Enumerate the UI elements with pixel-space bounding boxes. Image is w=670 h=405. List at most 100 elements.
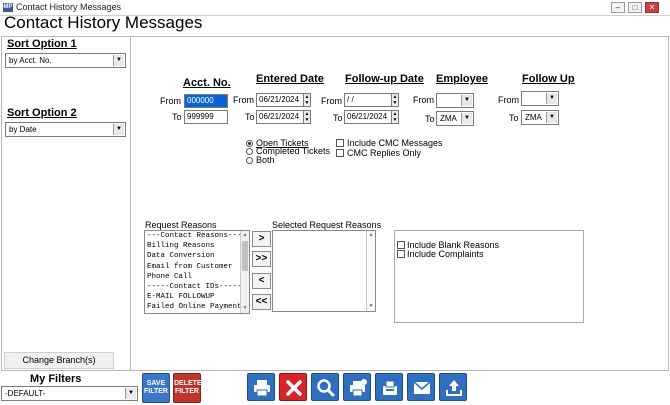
followup-to-label: To [509,113,519,123]
my-filters-select[interactable]: -DEFAULT- ▼ [1,386,138,401]
include-complaints-checkbox[interactable] [397,250,405,258]
sort-option-1-value: by Acct. No. [9,56,52,65]
preview-button[interactable] [311,373,339,401]
both-tickets-label[interactable]: Both [256,155,275,165]
acct-from-input[interactable]: 000000 [184,94,228,108]
followup-date-from-input[interactable]: / / [344,93,392,107]
followup-date-to-input[interactable]: 06/21/2024 [344,110,392,124]
followup-to-select[interactable]: ZMA ▼ [521,110,559,125]
followup-from-select[interactable]: ▼ [521,91,559,106]
list-item[interactable]: ---Contact Reasons--- [145,231,249,241]
delete-filter-button[interactable]: DELETE FILTER [173,373,202,403]
acct-no-header: Acct. No. [183,77,231,89]
scroll-down-icon[interactable]: ▼ [241,304,249,313]
include-complaints-label: Include Complaints [407,249,484,259]
scroll-down-icon[interactable]: ▼ [367,302,375,311]
list-item[interactable]: -----Contact IDs----- [145,282,249,292]
entered-to-input[interactable]: 06/21/2024 [256,110,304,124]
add-reason-button[interactable]: > [252,231,271,247]
followup-date-from-label: From [321,96,342,106]
remove-reason-button[interactable]: < [252,273,271,289]
email-button[interactable] [407,373,435,401]
employee-to-select[interactable]: ZMA ▼ [436,111,474,126]
export-button[interactable] [439,373,467,401]
employee-header: Employee [436,73,488,85]
add-all-reasons-button[interactable]: >> [252,251,271,267]
cmc-replies-checkbox[interactable] [336,149,344,157]
change-branch-button[interactable]: Change Branch(s) [4,352,114,369]
save-filter-button[interactable]: SAVE FILTER [142,373,170,403]
followup-date-from-spinner[interactable]: ▲ ▼ [391,93,399,107]
minimize-button[interactable]: – [611,2,625,13]
printer-icon [254,380,270,397]
fax-button[interactable] [375,373,403,401]
my-filters-label: My Filters [30,373,82,385]
selected-reasons-scrollbar[interactable]: ▲ ▼ [366,231,375,311]
window-title: Contact History Messages [16,2,122,12]
list-item[interactable]: Failed Online Payment [145,302,249,312]
chevron-down-icon: ▼ [113,55,124,66]
followup-to-value: ZMA [525,113,542,122]
scroll-up-icon[interactable]: ▲ [241,231,249,240]
list-item[interactable]: Data Conversion [145,251,249,261]
include-blank-checkbox[interactable] [397,241,405,249]
my-filters-value: -DEFAULT- [5,389,46,398]
entered-date-header: Entered Date [256,73,324,85]
include-cmc-checkbox[interactable] [336,139,344,147]
acct-from-label: From [160,96,181,106]
employee-from-select[interactable]: ▼ [436,93,474,108]
chevron-down-icon: ▼ [461,113,472,124]
entered-to-spinner[interactable]: ▲ ▼ [303,110,311,124]
followup-from-label: From [498,95,519,105]
chevron-down-icon: ▼ [461,95,472,106]
reasons-scrollbar[interactable]: ▲ ▼ [240,231,249,313]
sort-option-1-select[interactable]: by Acct. No. ▼ [5,53,126,68]
open-tickets-radio[interactable] [246,140,253,147]
both-tickets-radio[interactable] [246,157,253,164]
fax-icon [383,380,397,395]
chevron-down-icon: ▼ [546,93,557,104]
entered-from-input[interactable]: 06/21/2024 [256,93,304,107]
close-icon [286,380,302,396]
list-item[interactable]: Phone Call [145,272,249,282]
printer-question-icon [350,379,367,397]
close-window-button[interactable]: ✕ [645,2,659,13]
list-item[interactable]: Billing Reasons [145,241,249,251]
follow-up-header: Follow Up [522,73,575,85]
envelope-icon [413,381,431,394]
employee-to-value: ZMA [440,114,457,123]
entered-from-spinner[interactable]: ▲ ▼ [303,93,311,107]
print-button[interactable] [247,373,275,401]
list-item[interactable]: E-MAIL FOLLOWUP [145,292,249,302]
print-setup-button[interactable] [343,373,371,401]
remove-all-reasons-button[interactable]: << [252,294,271,310]
scrollbar-thumb[interactable] [242,241,248,271]
employee-to-label: To [425,114,435,124]
selected-reasons-label: Selected Request Reasons [272,220,382,230]
entered-from-label: From [233,95,254,105]
sort-option-1-label: Sort Option 1 [7,38,77,50]
maximize-button[interactable]: □ [628,2,642,13]
sort-option-2-select[interactable]: by Date ▼ [5,122,126,137]
chevron-down-icon: ▼ [546,112,557,123]
request-reasons-label: Request Reasons [145,220,217,230]
employee-from-label: From [413,95,434,105]
chevron-down-icon: ▼ [125,388,136,399]
completed-tickets-radio[interactable] [246,148,253,155]
entered-to-label: To [245,112,255,122]
cmc-replies-label: CMC Replies Only [347,148,422,158]
acct-to-label: To [172,112,182,122]
cancel-button[interactable] [279,373,307,401]
sort-option-2-label: Sort Option 2 [7,107,77,119]
followup-date-to-label: To [333,113,343,123]
chevron-down-icon: ▼ [113,124,124,135]
list-item[interactable]: Email from Customer [145,262,249,272]
follow-up-date-header: Follow-up Date [345,73,424,85]
scroll-up-icon[interactable]: ▲ [367,231,375,240]
page-title: Contact History Messages [4,13,203,32]
request-reasons-list[interactable]: ---Contact Reasons--- Billing Reasons Da… [144,230,250,314]
selected-reasons-list[interactable]: ▲ ▼ [272,230,376,312]
search-icon [317,379,335,397]
acct-to-input[interactable]: 999999 [184,110,228,124]
followup-date-to-spinner[interactable]: ▲ ▼ [391,110,399,124]
